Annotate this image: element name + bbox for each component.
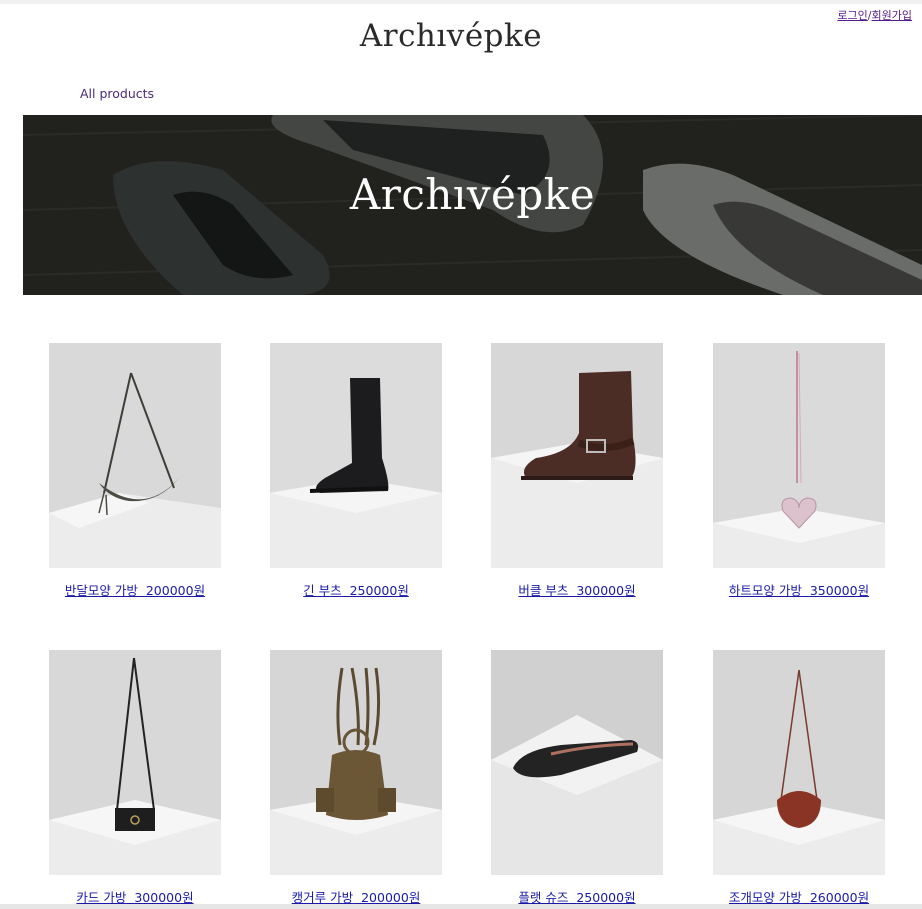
long-boots-image	[270, 343, 442, 568]
shell-bag-image	[713, 650, 885, 875]
kangaroo-bag-image	[270, 650, 442, 875]
card-bag-image	[49, 650, 221, 875]
nav-all-products[interactable]: All products	[80, 86, 154, 101]
product-image[interactable]	[49, 650, 221, 875]
product-link[interactable]: 긴 부츠 250000원	[250, 580, 462, 599]
browser-bottom-edge	[0, 904, 922, 909]
product-link[interactable]: 반달모양 가방 200000원	[29, 580, 241, 599]
site-logo[interactable]: Archıvépke	[0, 18, 902, 54]
buckle-boots-image	[491, 343, 663, 568]
hero-banner: Archıvépke	[23, 115, 922, 295]
product-image[interactable]	[270, 650, 442, 875]
product-image[interactable]	[270, 343, 442, 568]
product-link[interactable]: 버클 부츠 300000원	[471, 580, 683, 599]
product-link[interactable]: 하트모양 가방 350000원	[693, 580, 905, 599]
product-image[interactable]	[491, 343, 663, 568]
product-image[interactable]	[713, 650, 885, 875]
browser-top-edge	[0, 0, 922, 4]
product-image[interactable]	[49, 343, 221, 568]
half-moon-bag-image	[49, 343, 221, 568]
heart-bag-image	[713, 343, 885, 568]
product-image[interactable]	[491, 650, 663, 875]
flat-shoes-image	[491, 650, 663, 875]
banner-title: Archıvépke	[349, 170, 596, 219]
product-image[interactable]	[713, 343, 885, 568]
